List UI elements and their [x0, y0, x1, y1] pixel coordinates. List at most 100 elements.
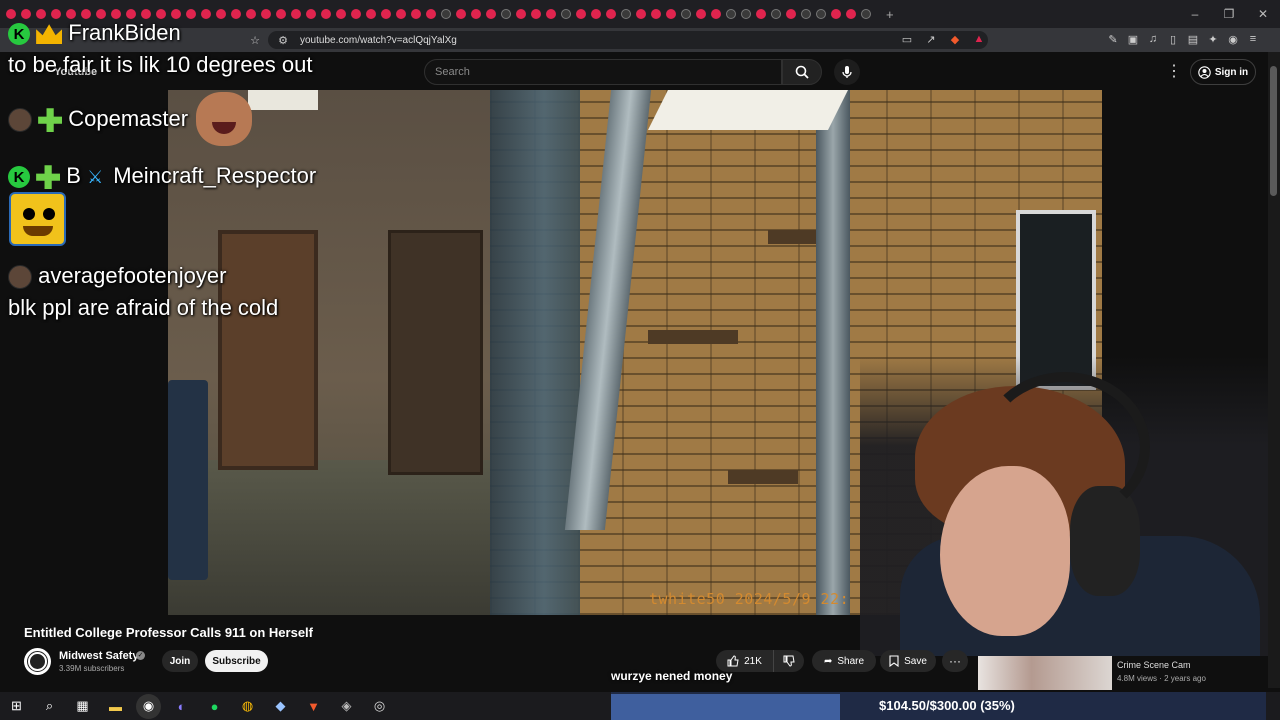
join-button[interactable]: Join [162, 650, 198, 672]
obs-icon[interactable]: ◉ [136, 693, 161, 719]
browser-tab[interactable] [591, 9, 601, 19]
chrome-icon[interactable]: ◍ [235, 694, 260, 719]
browser-tab[interactable] [321, 9, 331, 19]
browser-tab[interactable] [396, 9, 406, 19]
browser-tab[interactable] [606, 9, 616, 19]
dislike-button[interactable] [774, 650, 804, 672]
spotify-icon[interactable]: ● [202, 694, 227, 719]
scrollbar-thumb[interactable] [1270, 66, 1277, 196]
bookmark-icon[interactable]: ☆ [248, 33, 262, 47]
share-page-icon[interactable]: ↗ [924, 32, 938, 46]
browser-tab[interactable] [81, 9, 91, 19]
browser-tab[interactable] [246, 9, 256, 19]
browser-tab[interactable] [786, 9, 796, 19]
browser-tab[interactable] [666, 9, 676, 19]
steam-icon[interactable]: ◆ [268, 694, 293, 719]
browser-tab[interactable] [696, 9, 706, 19]
subscribe-button[interactable]: Subscribe [205, 650, 268, 672]
browser-tab[interactable] [306, 9, 316, 19]
recommended-video-title[interactable]: Crime Scene Cam [1117, 660, 1191, 670]
address-bar[interactable]: ⚙ youtube.com/watch?v=aclQqjYalXg [268, 31, 988, 49]
wallet-icon[interactable]: ▤ [1186, 32, 1200, 46]
leo-icon[interactable]: ✦ [1206, 32, 1220, 46]
browser-tab[interactable] [186, 9, 196, 19]
media-icon[interactable]: ♫ [1146, 32, 1160, 46]
browser-tab[interactable] [846, 9, 856, 19]
close-window-button[interactable]: ✕ [1246, 0, 1280, 28]
browser-tab[interactable] [381, 9, 391, 19]
minimize-button[interactable]: – [1178, 0, 1212, 28]
settings-menu-button[interactable]: ⋮ [1166, 62, 1182, 82]
browser-tab[interactable] [36, 9, 46, 19]
task-view-icon[interactable]: ▦ [70, 694, 95, 719]
browser-tab[interactable] [711, 9, 721, 19]
browser-tab[interactable] [66, 9, 76, 19]
browser-tab[interactable] [411, 9, 421, 19]
browser-tab[interactable] [141, 9, 151, 19]
browser-tab[interactable] [201, 9, 211, 19]
channel-name[interactable]: Midwest Safety [59, 650, 138, 662]
browser-tab[interactable] [531, 9, 541, 19]
browser-tab[interactable] [516, 9, 526, 19]
browser-tab[interactable] [336, 9, 346, 19]
browser-tab[interactable] [261, 9, 271, 19]
search-button[interactable] [782, 59, 822, 85]
browser-tab[interactable] [111, 9, 121, 19]
browser-tab[interactable] [426, 9, 436, 19]
install-icon[interactable]: ▭ [900, 32, 914, 46]
browser-tab[interactable] [456, 9, 466, 19]
browser-tab[interactable] [351, 9, 361, 19]
browser-tab[interactable] [831, 9, 841, 19]
browser-tab[interactable] [561, 9, 571, 19]
browser-tab[interactable] [216, 9, 226, 19]
search-input[interactable]: Search [424, 59, 782, 85]
browser-tab[interactable] [231, 9, 241, 19]
browser-tab[interactable] [276, 9, 286, 19]
browser-tab[interactable] [126, 9, 136, 19]
browser-tab[interactable] [651, 9, 661, 19]
sidebar-icon[interactable]: ▯ [1166, 32, 1180, 46]
browser-tab[interactable] [366, 9, 376, 19]
windows-start-icon[interactable]: ⊞ [4, 694, 29, 719]
browser-tab[interactable] [576, 9, 586, 19]
browser-tab[interactable] [861, 9, 871, 19]
browser-tab[interactable] [501, 9, 511, 19]
more-actions-button[interactable]: ··· [942, 650, 968, 672]
browser-tab[interactable] [6, 9, 16, 19]
browser-tab[interactable] [291, 9, 301, 19]
voice-search-button[interactable] [834, 59, 860, 85]
browser-tab[interactable] [726, 9, 736, 19]
search-icon[interactable]: ⌕ [37, 694, 62, 719]
browser-tab[interactable] [801, 9, 811, 19]
new-tab-button[interactable]: + [886, 7, 894, 22]
sign-in-button[interactable]: Sign in [1190, 59, 1256, 85]
browser-tab[interactable] [816, 9, 826, 19]
browser-tab[interactable] [756, 9, 766, 19]
browser-tab[interactable] [51, 9, 61, 19]
discord-icon[interactable]: ◐ [169, 694, 194, 719]
channel-avatar[interactable] [24, 648, 51, 675]
browser-tab[interactable] [156, 9, 166, 19]
app-icon-2[interactable]: ◎ [367, 694, 392, 719]
brave-shield-icon[interactable]: ◆ [948, 32, 962, 46]
browser-tab[interactable] [546, 9, 556, 19]
browser-tab[interactable] [471, 9, 481, 19]
file-explorer-icon[interactable]: ▬ [103, 694, 128, 719]
extensions-icon[interactable]: ✎ [1106, 32, 1120, 46]
app-icon[interactable]: ◈ [334, 694, 359, 719]
browser-tab[interactable] [771, 9, 781, 19]
site-info-icon[interactable]: ⚙ [276, 33, 290, 47]
browser-tab[interactable] [636, 9, 646, 19]
brave-rewards-icon[interactable]: ▲ [972, 32, 986, 46]
browser-tab[interactable] [486, 9, 496, 19]
vpn-icon[interactable]: ◉ [1226, 32, 1240, 46]
menu-icon[interactable]: ≡ [1246, 32, 1260, 46]
restore-button[interactable]: ❐ [1212, 0, 1246, 28]
browser-tab[interactable] [681, 9, 691, 19]
browser-tab[interactable] [441, 9, 451, 19]
browser-tab[interactable] [621, 9, 631, 19]
browser-tab[interactable] [741, 9, 751, 19]
brave-icon[interactable]: ▼ [301, 694, 326, 719]
share-button[interactable]: ➦ Share [812, 650, 876, 672]
save-button[interactable]: Save [880, 650, 936, 672]
